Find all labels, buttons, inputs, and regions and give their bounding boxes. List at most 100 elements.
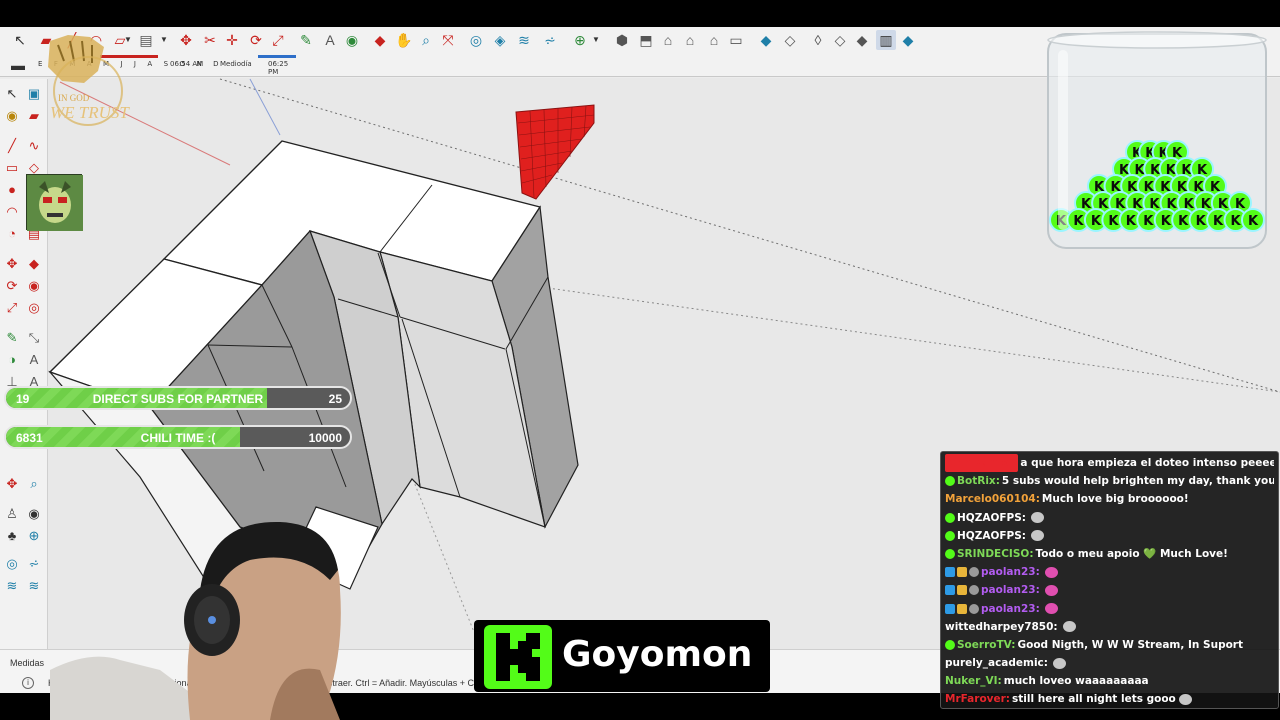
kick-emote-glyph: K [1108,214,1119,229]
wireframe-icon[interactable]: ◇ [780,30,800,50]
shadow-time-start: 06:54 AM [170,60,204,68]
eraser-icon[interactable]: ▬ [8,55,28,75]
chat-panel[interactable]: Johnwarrior: a que hora empieza el doteo … [940,451,1279,709]
front-view-icon[interactable]: ⌂ [658,30,678,50]
paint-icon[interactable]: ◉ [2,105,22,125]
move-icon[interactable]: ✥ [176,30,196,50]
chat-text: Much love big broooooo! [1041,493,1189,506]
monochrome-icon[interactable]: ◆ [898,30,918,50]
chat-message: purely_academic: [945,654,1274,672]
dimension-icon[interactable]: ⤡ [24,327,44,347]
pan-icon[interactable]: ✋ [394,30,414,50]
circle-icon[interactable]: ● [2,179,22,199]
text-icon[interactable]: A [24,349,44,369]
walk-icon[interactable]: ♙ [2,503,22,523]
info-icon[interactable]: i [22,677,34,689]
iso-view-icon[interactable]: ⬢ [612,30,632,50]
chat-username[interactable]: paolan23: [981,581,1040,599]
chat-username[interactable]: Nuker_VI: [945,672,1002,690]
select-icon[interactable]: ↖ [2,83,22,103]
rotate-icon[interactable]: ⟳ [2,275,22,295]
pushpull-icon[interactable]: ◆ [24,253,44,273]
chat-username[interactable]: BotRix: [957,472,1000,490]
chat-username[interactable]: Johnwarrior: [945,454,1019,473]
chat-message: Marcelo060104: Much love big broooooo! [945,490,1274,508]
followme-icon[interactable]: ✂ [200,30,220,50]
section-display-icon[interactable]: ⩫ [540,30,560,50]
position-camera-icon[interactable]: ♣ [2,525,22,545]
xray-icon[interactable]: ◆ [756,30,776,50]
shaded-icon[interactable]: ◆ [852,30,872,50]
scale-icon[interactable]: ⤢ [268,30,288,50]
chat-emote-icon [1044,566,1058,578]
arc-icon[interactable]: ◠ [2,201,22,221]
orbit-icon[interactable]: ◆ [370,30,390,50]
right-view-icon[interactable]: ⌂ [680,30,700,50]
tape-icon[interactable]: ✎ [2,327,22,347]
top-view-icon[interactable]: ⬒ [636,30,656,50]
blue-badge-icon [945,603,955,614]
kick-emote-glyph: K [1196,214,1207,229]
zoom-icon[interactable]: ⌕ [24,473,44,493]
section-plane-icon[interactable]: ⊕ [24,525,44,545]
chat-username[interactable]: paolan23: [981,563,1040,581]
section-fill-icon[interactable]: ≋ [2,575,22,595]
orbit-icon[interactable]: ✥ [2,473,22,493]
chat-text: still here all night lets gooo [1012,693,1176,706]
pushpull-icon[interactable]: ▤ [136,30,156,50]
section-icon[interactable]: ◎ [466,30,486,50]
zoom-icon[interactable]: ⌕ [416,30,436,50]
chevron-down-icon[interactable]: ▼ [160,35,168,44]
section-display-icon[interactable]: ◎ [2,553,22,573]
chat-username[interactable]: SoerroTV: [957,636,1015,654]
chat-username[interactable]: SRINDECISO: [957,545,1034,563]
chat-username[interactable]: MrFarover: [945,690,1010,708]
scale-icon[interactable]: ⤢ [2,297,22,317]
hidden-line-icon[interactable]: ◇ [830,30,850,50]
green-badge-icon [945,512,955,523]
streamer-name: Goyomon [562,634,753,675]
chat-message: Nuker_VI: much loveo waaaaaaaaa [945,672,1274,690]
chat-username[interactable]: purely_academic: [945,654,1048,672]
chevron-down-icon[interactable]: ▼ [592,35,600,44]
move-icon[interactable]: ✥ [2,253,22,273]
chat-text: 5 subs would help brighten my day, thank… [1001,475,1274,488]
chat-username[interactable]: Marcelo060104: [945,490,1040,508]
chat-message: SRINDECISO: Todo o meu apoio 💚 Much Love! [945,545,1274,563]
section-display-icon[interactable]: ≋ [514,30,534,50]
left-view-icon[interactable]: ▭ [726,30,746,50]
text-icon[interactable]: A [320,30,340,50]
kick-emote-glyph: K [1073,214,1084,229]
chat-username[interactable]: wittedharpey7850: [945,618,1058,636]
chat-username[interactable]: HQZAOFPS: [957,509,1026,527]
followme-icon[interactable]: ◉ [24,275,44,295]
section-cuts-icon[interactable]: ⩫ [24,553,44,573]
look-around-icon[interactable]: ◉ [24,503,44,523]
kick-emote-glyph: K [1248,214,1259,229]
hidden-line-icon[interactable]: ◊ [808,30,828,50]
shaded-texture-icon[interactable]: ▥ [876,30,896,50]
section-fill-icon[interactable]: ◈ [490,30,510,50]
freehand-icon[interactable]: ∿ [24,135,44,155]
line-icon[interactable]: ╱ [2,135,22,155]
offset-icon[interactable]: ◎ [24,297,44,317]
protractor-icon[interactable]: ◑ [2,349,22,369]
paint-icon[interactable]: ◉ [342,30,362,50]
zoom-extents-icon[interactable]: ⤧ [438,30,458,50]
eye-badge-icon [969,567,979,578]
move-icon[interactable]: ✛ [222,30,242,50]
tape-icon[interactable]: ✎ [296,30,316,50]
section-icon[interactable]: ≋ [24,575,44,595]
rotate-icon[interactable]: ⟳ [246,30,266,50]
chat-username[interactable]: paolan23: [981,600,1040,618]
eye-badge-icon [969,603,979,614]
pie-icon[interactable]: ◔ [2,223,22,243]
warehouse-icon[interactable]: ⊕ [570,30,590,50]
back-view-icon[interactable]: ⌂ [704,30,724,50]
chat-emote-icon [1062,621,1076,633]
chat-username[interactable]: HQZAOFPS: [957,527,1026,545]
blue-badge-icon [945,585,955,596]
select-icon[interactable]: ↖ [10,30,30,50]
rectangle-icon[interactable]: ▭ [2,157,22,177]
shadow-time-end: 06:25 PM [268,60,289,76]
